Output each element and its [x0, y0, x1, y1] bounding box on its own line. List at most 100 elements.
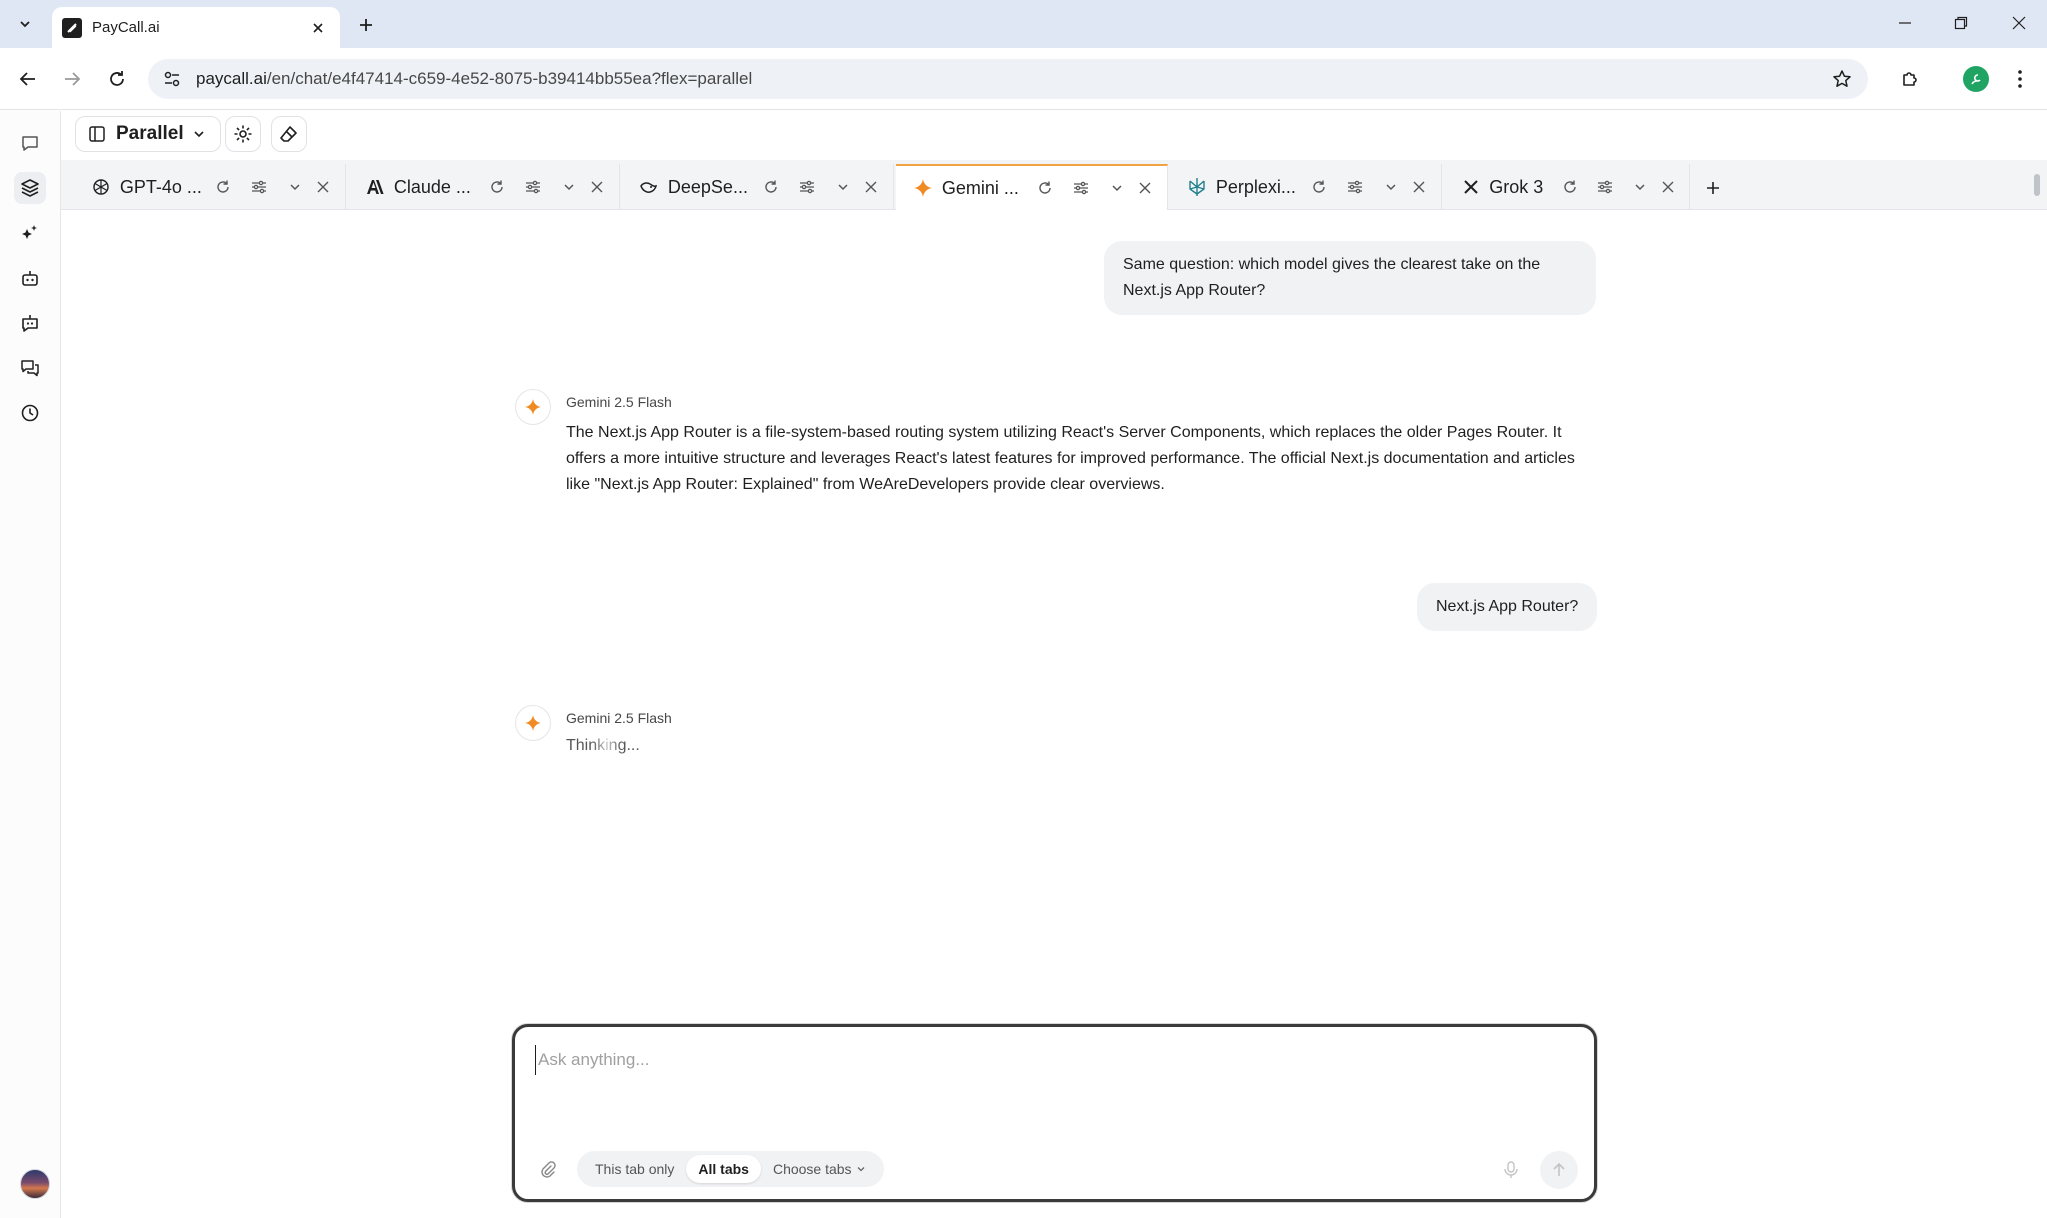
restore-icon[interactable]: [1938, 8, 1984, 38]
browser-menu-dots-icon[interactable]: [2004, 63, 2036, 95]
gemini-icon: [912, 177, 934, 199]
scrollbar-thumb[interactable]: [2034, 174, 2040, 196]
reload-response-icon[interactable]: [758, 173, 786, 201]
close-tab-icon[interactable]: [583, 173, 611, 201]
forward-arrow-icon[interactable]: [56, 63, 88, 95]
model-tab-label: GPT-4o ...: [119, 176, 202, 197]
close-tab-icon[interactable]: [1131, 174, 1159, 202]
browser-toolbar: paycall.ai/en/chat/e4f47414-c659-4e52-80…: [0, 48, 2047, 110]
mode-label: Parallel: [116, 123, 184, 144]
eraser-icon: [279, 124, 299, 144]
tab-gemini[interactable]: Gemini ...: [896, 164, 1168, 210]
model-tab-label: DeepSe...: [667, 176, 748, 197]
openai-icon: [90, 176, 112, 198]
chevron-down-icon[interactable]: [281, 173, 309, 201]
chevron-down-icon[interactable]: [1377, 173, 1405, 201]
tab-claude[interactable]: Claude ...: [348, 164, 620, 210]
sliders-icon[interactable]: [245, 173, 273, 201]
close-tab-icon[interactable]: [309, 173, 337, 201]
anthropic-icon: [364, 176, 386, 198]
chevron-down-icon: [192, 127, 206, 141]
minimize-icon[interactable]: [1882, 8, 1928, 38]
profile-icon[interactable]: [1960, 63, 1992, 95]
chevron-down-icon[interactable]: [1103, 174, 1131, 202]
site-info-tune-icon[interactable]: [158, 65, 186, 93]
browser-tab-active[interactable]: PayCall.ai: [52, 7, 340, 48]
history-clock-icon[interactable]: [14, 397, 46, 429]
close-tab-icon[interactable]: [1654, 173, 1681, 201]
microphone-icon[interactable]: [1498, 1157, 1524, 1183]
sparkles-icon[interactable]: [14, 217, 46, 249]
close-tab-icon[interactable]: [857, 173, 885, 201]
close-tab-icon[interactable]: [308, 18, 328, 38]
paperclip-icon[interactable]: [535, 1157, 561, 1183]
tab-search-chevron-icon[interactable]: [12, 11, 38, 37]
url-host: paycall.ai: [196, 69, 267, 88]
conversations-icon[interactable]: [14, 352, 46, 384]
reload-response-icon[interactable]: [1557, 173, 1584, 201]
back-arrow-icon[interactable]: [12, 63, 44, 95]
send-arrow-icon[interactable]: [1540, 1151, 1578, 1189]
bot-chat-icon[interactable]: [14, 307, 46, 339]
model-tab-label: Perplexi...: [1215, 176, 1296, 197]
browser-tab-title: PayCall.ai: [92, 19, 160, 36]
settings-gear-button[interactable]: [225, 116, 261, 152]
reload-icon[interactable]: [101, 63, 133, 95]
scope-all-tabs-button[interactable]: All tabs: [686, 1155, 761, 1183]
sliders-icon[interactable]: [1341, 173, 1369, 201]
message-input[interactable]: [535, 1045, 1565, 1075]
gemini-icon: [515, 705, 551, 741]
layers-icon[interactable]: [14, 172, 46, 204]
chevron-down-icon[interactable]: [1627, 173, 1654, 201]
tabs-scrollbar[interactable]: [2033, 162, 2041, 208]
window-close-icon[interactable]: [1996, 8, 2042, 38]
assistant-message-text: The Next.js App Router is a file-system-…: [566, 424, 1575, 493]
bookmark-star-icon[interactable]: [1828, 65, 1856, 93]
add-model-tab-plus-icon[interactable]: [1699, 174, 1727, 202]
reload-response-icon[interactable]: [1032, 174, 1060, 202]
model-tabs-bar: GPT-4o ... Claude ... DeepSe... Gemini .…: [61, 160, 2047, 210]
user-message: Next.js App Router?: [1417, 583, 1598, 631]
gemini-icon: [515, 389, 551, 425]
gear-icon: [233, 124, 253, 144]
scope-choose-tabs-button[interactable]: Choose tabs: [761, 1155, 878, 1183]
reload-response-icon[interactable]: [1306, 173, 1334, 201]
reload-response-icon[interactable]: [210, 173, 238, 201]
extensions-puzzle-icon[interactable]: [1894, 63, 1926, 95]
sliders-icon[interactable]: [1592, 173, 1619, 201]
address-bar[interactable]: paycall.ai/en/chat/e4f47414-c659-4e52-80…: [148, 59, 1868, 99]
assistant-message-pending: Gemini 2.5 Flash Thinking...: [515, 705, 1585, 765]
clear-chat-button[interactable]: [271, 116, 307, 152]
app-toolbar: Parallel: [61, 111, 2047, 163]
sliders-icon[interactable]: [793, 173, 821, 201]
tab-gpt-4o[interactable]: GPT-4o ...: [74, 164, 346, 210]
sliders-icon[interactable]: [1067, 174, 1095, 202]
assistant-model-name: Gemini 2.5 Flash: [566, 710, 672, 726]
choose-tabs-label: Choose tabs: [772, 1161, 852, 1177]
new-tab-plus-icon[interactable]: [352, 11, 380, 39]
perplexity-icon: [1186, 176, 1208, 198]
model-tab-label: Claude ...: [393, 176, 471, 197]
scope-this-tab-button[interactable]: This tab only: [583, 1155, 686, 1183]
reload-response-icon[interactable]: [484, 173, 512, 201]
browser-tabstrip: PayCall.ai: [0, 0, 2047, 48]
url-path: /en/chat/e4f47414-c659-4e52-8075-b39414b…: [266, 69, 753, 88]
app-sidebar: [0, 111, 61, 1218]
deepseek-icon: [638, 176, 660, 198]
tab-grok[interactable]: Grok 3: [1444, 164, 1690, 210]
send-scope-selector: This tab only All tabs Choose tabs: [577, 1151, 884, 1187]
tab-deepseek[interactable]: DeepSe...: [622, 164, 894, 210]
sliders-icon[interactable]: [519, 173, 547, 201]
mode-selector[interactable]: Parallel: [75, 116, 221, 152]
close-tab-icon[interactable]: [1405, 173, 1433, 201]
bot-icon[interactable]: [14, 262, 46, 294]
chat-bubble-icon[interactable]: [14, 127, 46, 159]
paycall-favicon-icon: [62, 17, 82, 38]
grok-icon: [1460, 176, 1481, 198]
tab-perplexity[interactable]: Perplexi...: [1170, 164, 1442, 210]
chevron-down-icon: [856, 1164, 866, 1174]
user-message: Same question: which model gives the cle…: [1104, 241, 1596, 315]
user-avatar[interactable]: [20, 1169, 50, 1199]
chevron-down-icon[interactable]: [555, 173, 583, 201]
chevron-down-icon[interactable]: [829, 173, 857, 201]
